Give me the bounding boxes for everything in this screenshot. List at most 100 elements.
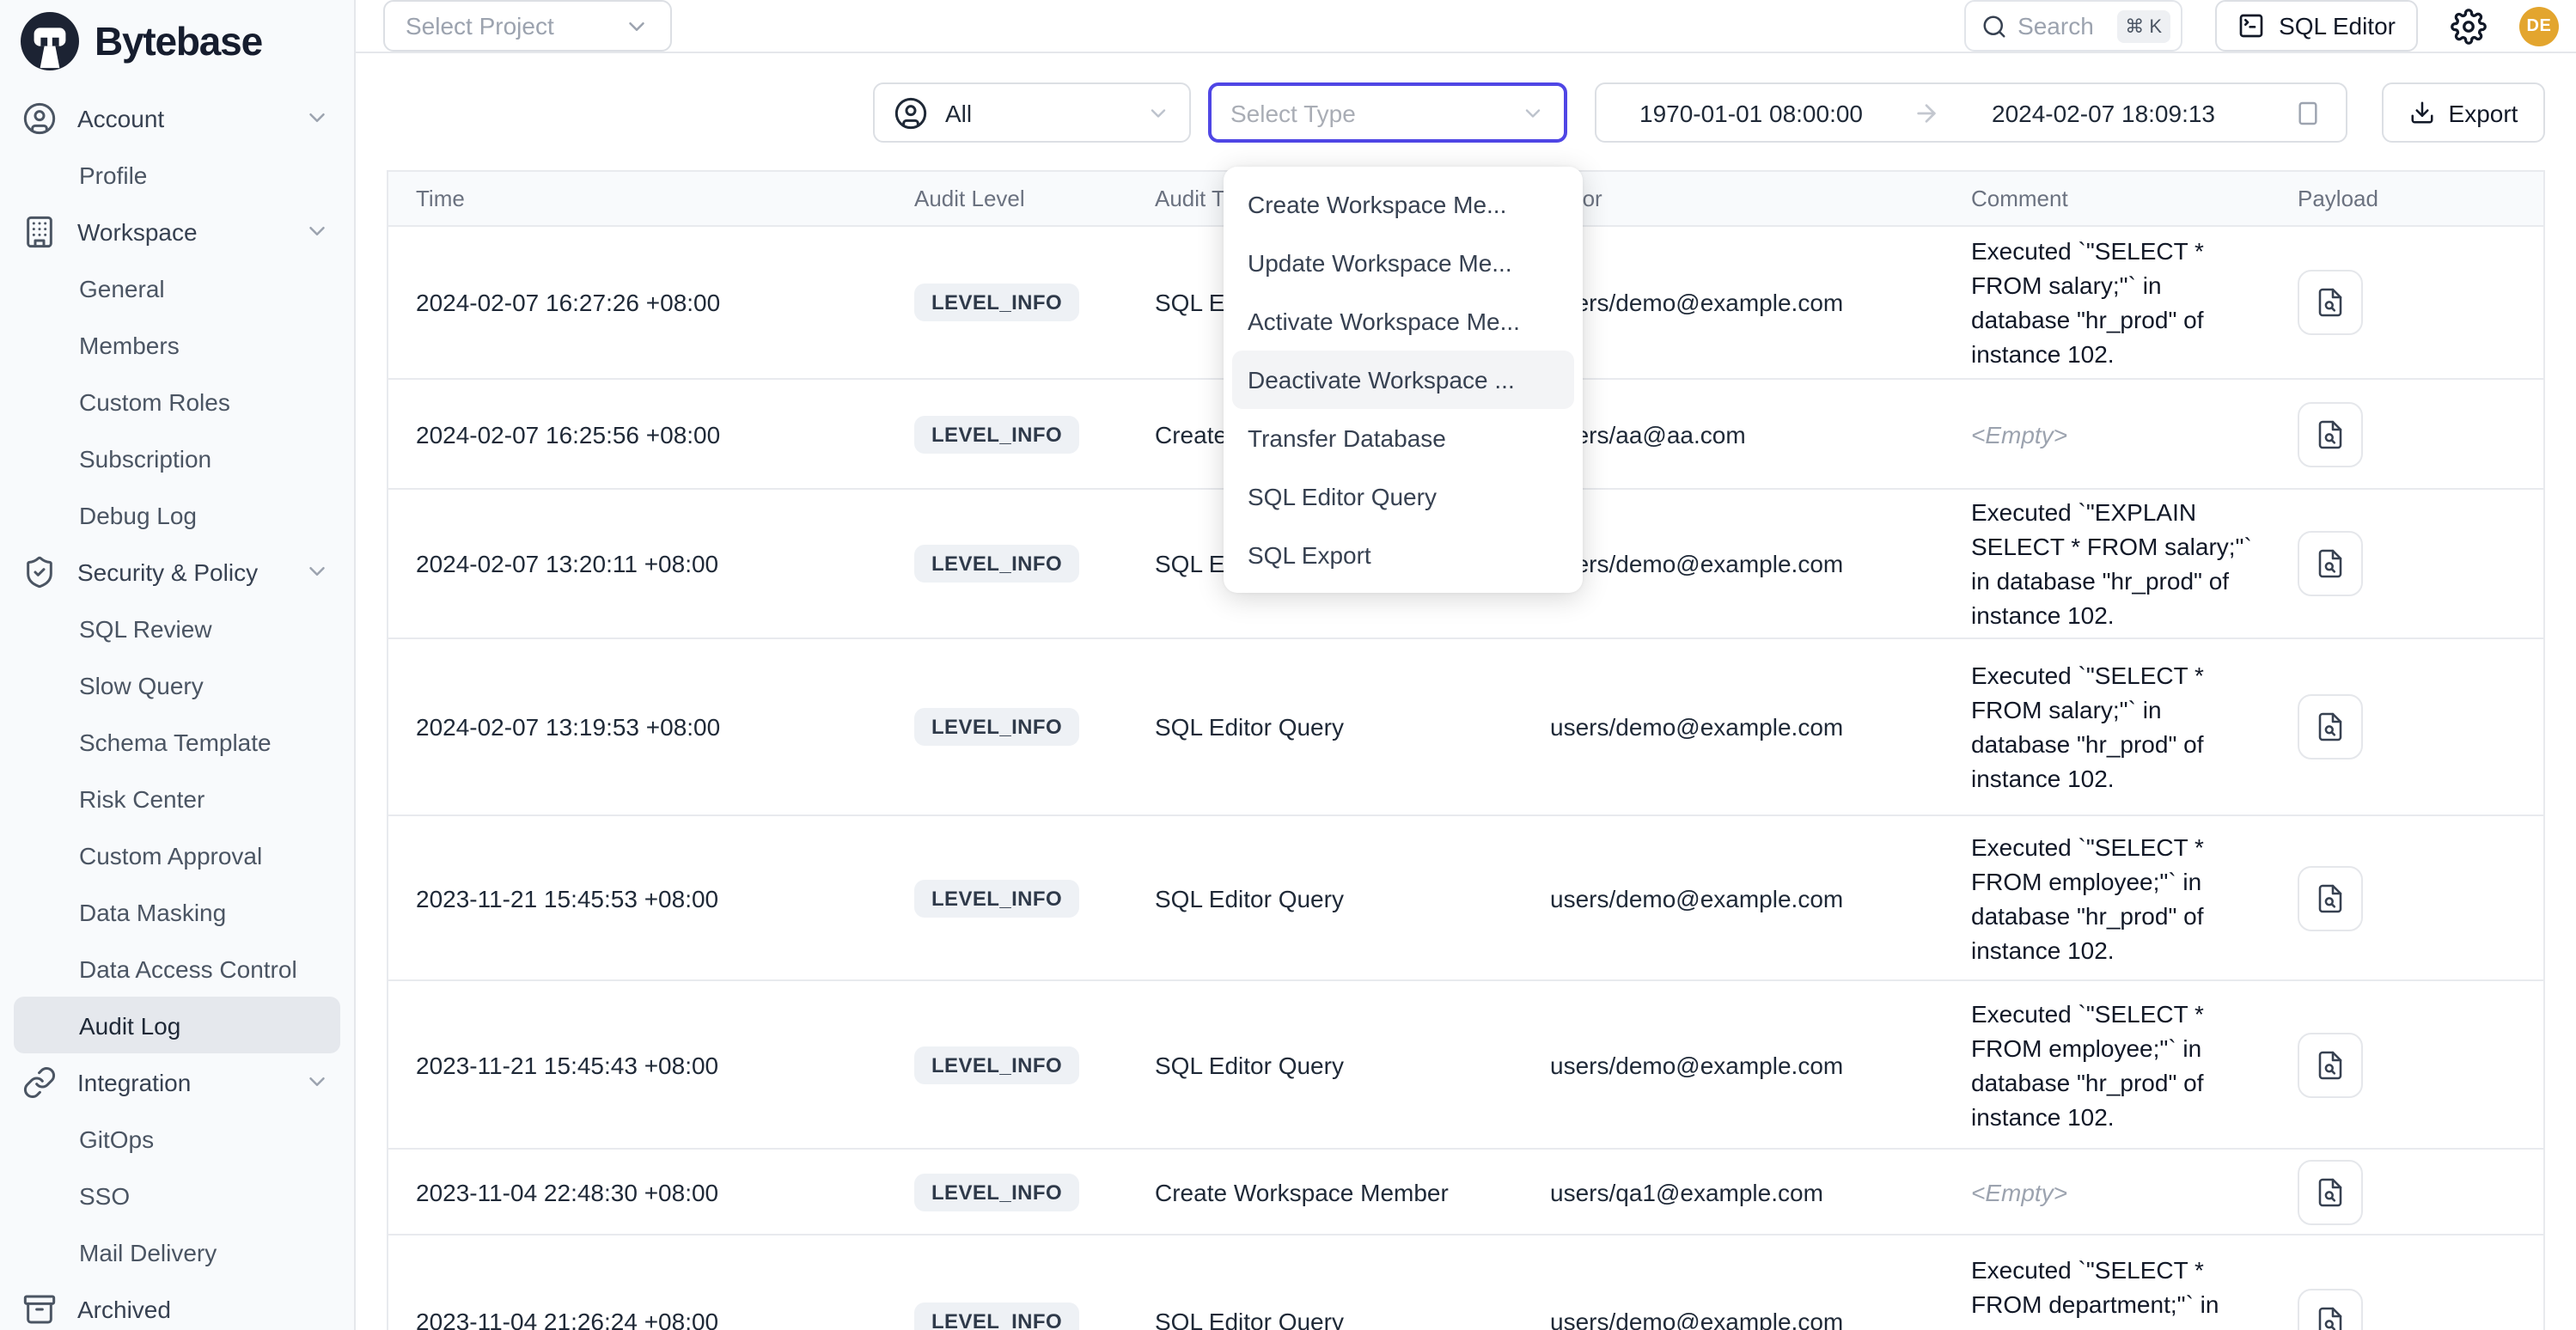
sidebar-item-data-masking[interactable]: Data Masking xyxy=(14,883,340,940)
payload-view-button[interactable] xyxy=(2298,401,2363,467)
sidebar-item-gitops[interactable]: GitOps xyxy=(14,1110,340,1167)
sql-editor-label: SQL Editor xyxy=(2279,12,2396,40)
sidebar-item-custom-roles[interactable]: Custom Roles xyxy=(14,373,340,430)
sidebar-item-custom-approval[interactable]: Custom Approval xyxy=(14,827,340,883)
file-search-icon xyxy=(2315,287,2346,318)
link-icon xyxy=(22,1065,57,1099)
cell-comment: Executed `"SELECT * FROM salary;"` in da… xyxy=(1944,658,2270,796)
menu-item-sql-export[interactable]: SQL Export xyxy=(1224,526,1583,584)
audit-level-badge: LEVEL_INFO xyxy=(914,284,1079,321)
bytebase-app: Bytebase Account Profile Workspace Gener… xyxy=(0,0,2576,1330)
select-project-dropdown[interactable]: Select Project xyxy=(383,0,672,52)
menu-item-sql-editor-query[interactable]: SQL Editor Query xyxy=(1224,467,1583,526)
actor-filter-value: All xyxy=(945,99,1129,126)
shield-check-icon xyxy=(22,554,57,589)
building-icon xyxy=(22,214,57,248)
payload-view-button[interactable] xyxy=(2298,1032,2363,1097)
cell-actor: users/demo@example.com xyxy=(1523,884,1944,912)
cell-audit-type: SQL Editor Query xyxy=(1127,713,1523,741)
sidebar-group-label: Security & Policy xyxy=(77,558,284,585)
sidebar-group-label: Integration xyxy=(77,1068,284,1095)
cell-audit-type: SQL Editor Query xyxy=(1127,1307,1523,1330)
bytebase-logo[interactable]: Bytebase xyxy=(0,0,354,82)
menu-item-create-workspace-member[interactable]: Create Workspace Me... xyxy=(1224,175,1583,234)
cell-comment: Executed `"EXPLAIN SELECT * FROM salary;… xyxy=(1944,495,2270,632)
sidebar-group-archived[interactable]: Archived xyxy=(0,1280,354,1330)
avatar[interactable]: DE xyxy=(2519,6,2559,46)
file-search-icon xyxy=(2315,1176,2346,1207)
sidebar-item-subscription[interactable]: Subscription xyxy=(14,430,340,486)
sidebar-item-audit-log[interactable]: Audit Log xyxy=(14,997,340,1053)
file-search-icon xyxy=(2315,418,2346,449)
topbar: Select Project Search ⌘ K SQL Editor DE xyxy=(356,0,2576,53)
chevron-down-icon xyxy=(304,558,330,584)
sidebar-item-members[interactable]: Members xyxy=(14,316,340,373)
chevron-down-icon xyxy=(304,105,330,131)
cell-audit-type: SQL Editor Query xyxy=(1127,1051,1523,1078)
cell-actor: users/demo@example.com xyxy=(1523,1307,1944,1330)
cell-audit-type: Create Workspace Member xyxy=(1127,1178,1523,1205)
search-shortcut-badge: ⌘ K xyxy=(2116,9,2170,42)
sidebar-item-data-access-control[interactable]: Data Access Control xyxy=(14,940,340,997)
menu-item-deactivate-workspace-member[interactable]: Deactivate Workspace ... xyxy=(1232,351,1574,409)
sidebar-group-integration[interactable]: Integration xyxy=(0,1053,354,1110)
sidebar-group-account[interactable]: Account xyxy=(0,89,354,146)
sidebar-nav: Account Profile Workspace General Member… xyxy=(0,82,354,1330)
search-icon xyxy=(1981,13,2007,39)
date-range-picker[interactable]: 1970-01-01 08:00:00 2024-02-07 18:09:13 xyxy=(1595,82,2347,143)
sidebar-group-label: Archived xyxy=(77,1295,330,1322)
type-filter-menu: Create Workspace Me... Update Workspace … xyxy=(1224,167,1583,593)
sidebar-group-workspace[interactable]: Workspace xyxy=(0,203,354,259)
archive-icon xyxy=(22,1291,57,1326)
search-input[interactable]: Search ⌘ K xyxy=(1964,0,2182,52)
bytebase-logo-icon xyxy=(21,12,79,70)
payload-view-button[interactable] xyxy=(2298,531,2363,596)
payload-view-button[interactable] xyxy=(2298,865,2363,930)
payload-view-button[interactable] xyxy=(2298,694,2363,760)
date-end-value: 2024-02-07 18:09:13 xyxy=(1992,99,2215,126)
actor-filter-dropdown[interactable]: All xyxy=(873,82,1191,143)
table-row: 2023-11-04 21:26:24 +08:00 LEVEL_INFO SQ… xyxy=(388,1235,2543,1330)
date-start-value: 1970-01-01 08:00:00 xyxy=(1639,99,1863,126)
menu-item-transfer-database[interactable]: Transfer Database xyxy=(1224,409,1583,467)
audit-level-badge: LEVEL_INFO xyxy=(914,1046,1079,1083)
audit-level-badge: LEVEL_INFO xyxy=(914,1302,1079,1330)
sidebar-item-schema-template[interactable]: Schema Template xyxy=(14,713,340,770)
download-icon xyxy=(2409,100,2435,125)
menu-item-update-workspace-member[interactable]: Update Workspace Me... xyxy=(1224,234,1583,292)
col-header-time: Time xyxy=(388,186,887,211)
sidebar-group-security-policy[interactable]: Security & Policy xyxy=(0,543,354,600)
sidebar-item-sql-review[interactable]: SQL Review xyxy=(14,600,340,656)
chevron-down-icon xyxy=(304,218,330,244)
sidebar-item-mail-delivery[interactable]: Mail Delivery xyxy=(14,1223,340,1280)
sidebar-item-risk-center[interactable]: Risk Center xyxy=(14,770,340,827)
search-placeholder: Search xyxy=(2017,12,2106,40)
col-header-audit-level: Audit Level xyxy=(887,186,1127,211)
sidebar-item-sso[interactable]: SSO xyxy=(14,1167,340,1223)
cell-audit-type: SQL Editor Query xyxy=(1127,884,1523,912)
payload-view-button[interactable] xyxy=(2298,270,2363,335)
payload-view-button[interactable] xyxy=(2298,1288,2363,1330)
type-filter-dropdown[interactable]: Select Type xyxy=(1208,82,1567,143)
cell-time: 2024-02-07 16:27:26 +08:00 xyxy=(388,289,887,316)
col-header-comment: Comment xyxy=(1944,186,2270,211)
gear-icon[interactable] xyxy=(2451,8,2487,44)
export-button[interactable]: Export xyxy=(2382,82,2545,143)
cell-comment: Executed `"SELECT * FROM employee;"` in … xyxy=(1944,996,2270,1133)
menu-item-activate-workspace-member[interactable]: Activate Workspace Me... xyxy=(1224,292,1583,351)
brand-name: Bytebase xyxy=(95,18,262,64)
cell-actor: users/demo@example.com xyxy=(1523,1051,1944,1078)
sidebar-item-general[interactable]: General xyxy=(14,259,340,316)
sql-editor-button[interactable]: SQL Editor xyxy=(2215,0,2418,52)
file-search-icon xyxy=(2315,1305,2346,1330)
sidebar-item-profile[interactable]: Profile xyxy=(14,146,340,203)
cell-actor: users/demo@example.com xyxy=(1523,289,1944,316)
table-row: 2023-11-21 15:45:43 +08:00 LEVEL_INFO SQ… xyxy=(388,981,2543,1150)
payload-view-button[interactable] xyxy=(2298,1159,2363,1224)
sidebar-item-debug-log[interactable]: Debug Log xyxy=(14,486,340,543)
sidebar-item-slow-query[interactable]: Slow Query xyxy=(14,656,340,713)
audit-level-badge: LEVEL_INFO xyxy=(914,415,1079,453)
cell-time: 2023-11-04 22:48:30 +08:00 xyxy=(388,1178,887,1205)
terminal-icon xyxy=(2237,12,2265,40)
user-circle-icon xyxy=(22,101,57,135)
